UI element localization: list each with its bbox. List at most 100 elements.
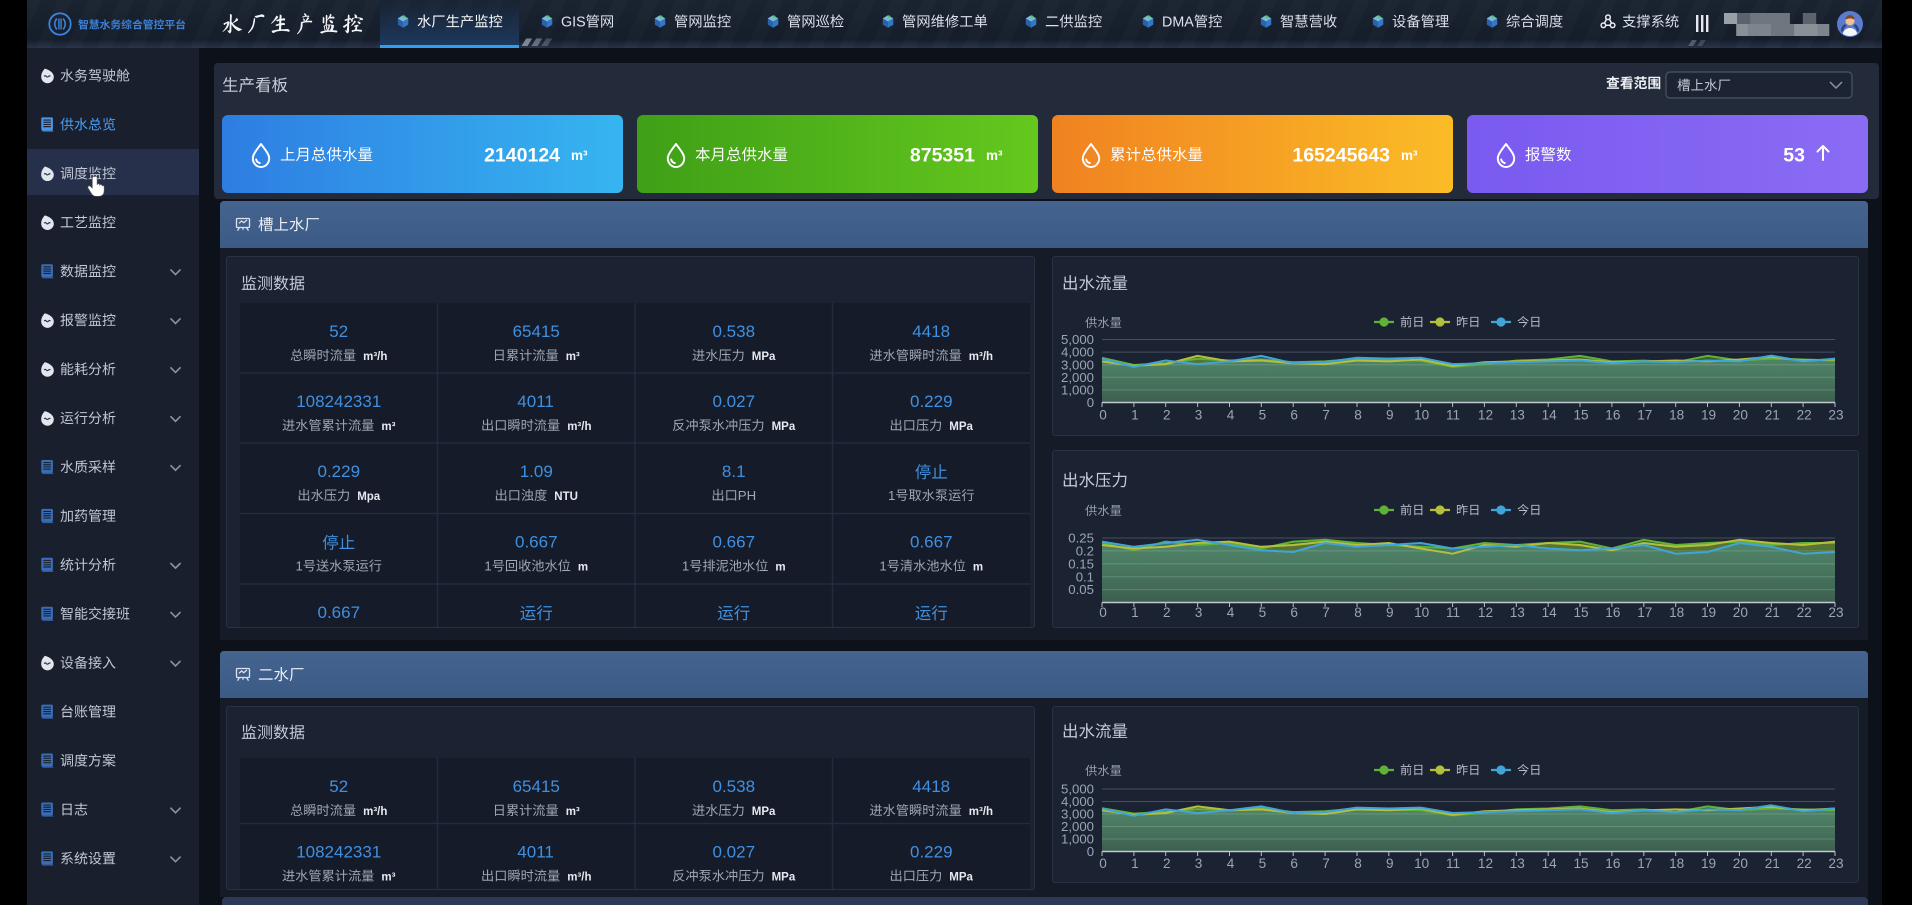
svg-text:7: 7 xyxy=(1322,605,1330,620)
svg-text:5: 5 xyxy=(1259,605,1267,620)
svg-text:18: 18 xyxy=(1669,605,1684,620)
svg-text:13: 13 xyxy=(1510,605,1525,620)
svg-text:3: 3 xyxy=(1195,408,1203,423)
svg-text:m³/h: m³/h xyxy=(363,351,387,363)
svg-text:13: 13 xyxy=(1510,856,1525,871)
svg-text:22: 22 xyxy=(1797,605,1812,620)
svg-text:23: 23 xyxy=(1828,605,1843,620)
svg-text:11: 11 xyxy=(1446,605,1460,620)
svg-text:17: 17 xyxy=(1637,408,1652,423)
svg-text:16: 16 xyxy=(1605,408,1620,423)
svg-text:1: 1 xyxy=(879,559,886,574)
svg-text:MPa: MPa xyxy=(772,872,796,884)
svg-text:Mpa: Mpa xyxy=(357,491,381,503)
svg-text:0: 0 xyxy=(1099,856,1107,871)
svg-text:17: 17 xyxy=(1637,856,1652,871)
svg-text:m³/h: m³/h xyxy=(567,421,591,433)
svg-text:0.538: 0.538 xyxy=(713,322,756,341)
svg-text:m: m xyxy=(973,562,983,574)
svg-text:20: 20 xyxy=(1733,605,1749,620)
svg-text:2: 2 xyxy=(1163,605,1171,620)
svg-text:6: 6 xyxy=(1290,605,1298,620)
svg-text:0: 0 xyxy=(1099,605,1107,620)
svg-text:m³/h: m³/h xyxy=(363,806,387,818)
svg-text:0.25: 0.25 xyxy=(1068,531,1094,546)
svg-text:108242331: 108242331 xyxy=(296,392,381,411)
svg-text:m³: m³ xyxy=(1401,148,1418,163)
svg-text:2140124: 2140124 xyxy=(484,145,560,167)
svg-text:19: 19 xyxy=(1701,856,1716,871)
svg-text:MPa: MPa xyxy=(752,351,776,363)
svg-text:5: 5 xyxy=(1259,408,1267,423)
svg-text:9: 9 xyxy=(1386,605,1394,620)
svg-text:15: 15 xyxy=(1574,856,1589,871)
svg-text:7: 7 xyxy=(1322,856,1330,871)
svg-text:3: 3 xyxy=(1195,856,1203,871)
svg-text:12: 12 xyxy=(1478,408,1493,423)
svg-text:12: 12 xyxy=(1478,605,1493,620)
svg-text:MPa: MPa xyxy=(949,421,973,433)
svg-text:1: 1 xyxy=(296,559,303,574)
svg-text:m³/h: m³/h xyxy=(969,806,993,818)
svg-text:15: 15 xyxy=(1574,408,1589,423)
svg-text:20: 20 xyxy=(1733,408,1749,423)
svg-text:8: 8 xyxy=(1354,605,1362,620)
svg-text:4418: 4418 xyxy=(912,322,950,341)
svg-text:m: m xyxy=(775,562,785,574)
svg-text:21: 21 xyxy=(1765,408,1780,423)
svg-text:1: 1 xyxy=(484,559,491,574)
svg-text:1: 1 xyxy=(1131,856,1139,871)
svg-text:m³: m³ xyxy=(381,872,395,884)
svg-text:875351: 875351 xyxy=(910,145,975,167)
svg-text:18: 18 xyxy=(1669,408,1684,423)
svg-text:23: 23 xyxy=(1828,856,1843,871)
svg-text:7: 7 xyxy=(1322,408,1330,423)
svg-text:13: 13 xyxy=(1510,408,1525,423)
svg-text:0: 0 xyxy=(1087,844,1094,859)
svg-text:23: 23 xyxy=(1828,408,1843,423)
svg-text:6: 6 xyxy=(1290,408,1298,423)
svg-text:m³: m³ xyxy=(381,421,395,433)
svg-text:m³: m³ xyxy=(986,148,1003,163)
svg-text:1.09: 1.09 xyxy=(520,462,553,481)
svg-text:0.667: 0.667 xyxy=(713,533,756,552)
svg-text:MPa: MPa xyxy=(752,806,776,818)
svg-text:m³: m³ xyxy=(571,148,588,163)
svg-text:0.667: 0.667 xyxy=(910,533,953,552)
svg-text:MPa: MPa xyxy=(772,421,796,433)
svg-text:16: 16 xyxy=(1605,605,1620,620)
svg-text:22: 22 xyxy=(1797,408,1812,423)
svg-text:17: 17 xyxy=(1637,605,1652,620)
svg-text:m³: m³ xyxy=(566,806,580,818)
svg-text:0.229: 0.229 xyxy=(318,462,361,481)
svg-text:0: 0 xyxy=(1099,408,1107,423)
svg-text:MPa: MPa xyxy=(949,872,973,884)
svg-text:PH: PH xyxy=(738,488,756,503)
svg-text:1: 1 xyxy=(888,488,895,503)
svg-text:0.027: 0.027 xyxy=(713,843,756,862)
svg-text:15: 15 xyxy=(1574,605,1589,620)
svg-text:4011: 4011 xyxy=(517,392,554,411)
svg-text:52: 52 xyxy=(329,777,348,796)
svg-text:m: m xyxy=(578,562,588,574)
svg-text:21: 21 xyxy=(1765,856,1780,871)
svg-text:16: 16 xyxy=(1605,856,1620,871)
svg-text:3: 3 xyxy=(1195,605,1203,620)
svg-text:9: 9 xyxy=(1386,408,1394,423)
svg-text:8: 8 xyxy=(1354,856,1362,871)
svg-text:19: 19 xyxy=(1701,605,1716,620)
svg-text:10: 10 xyxy=(1414,856,1430,871)
svg-text:0.667: 0.667 xyxy=(318,603,361,622)
svg-text:18: 18 xyxy=(1669,856,1684,871)
svg-text:0.1: 0.1 xyxy=(1076,569,1094,584)
svg-text:5: 5 xyxy=(1259,856,1267,871)
svg-text:1: 1 xyxy=(1131,408,1139,423)
svg-text:21: 21 xyxy=(1765,605,1780,620)
svg-text:8: 8 xyxy=(1354,408,1362,423)
svg-text:4: 4 xyxy=(1227,605,1235,620)
svg-text:65415: 65415 xyxy=(513,777,560,796)
svg-text:53: 53 xyxy=(1783,145,1805,167)
svg-text:14: 14 xyxy=(1542,856,1558,871)
svg-text:8.1: 8.1 xyxy=(722,462,746,481)
svg-text:9: 9 xyxy=(1386,856,1394,871)
